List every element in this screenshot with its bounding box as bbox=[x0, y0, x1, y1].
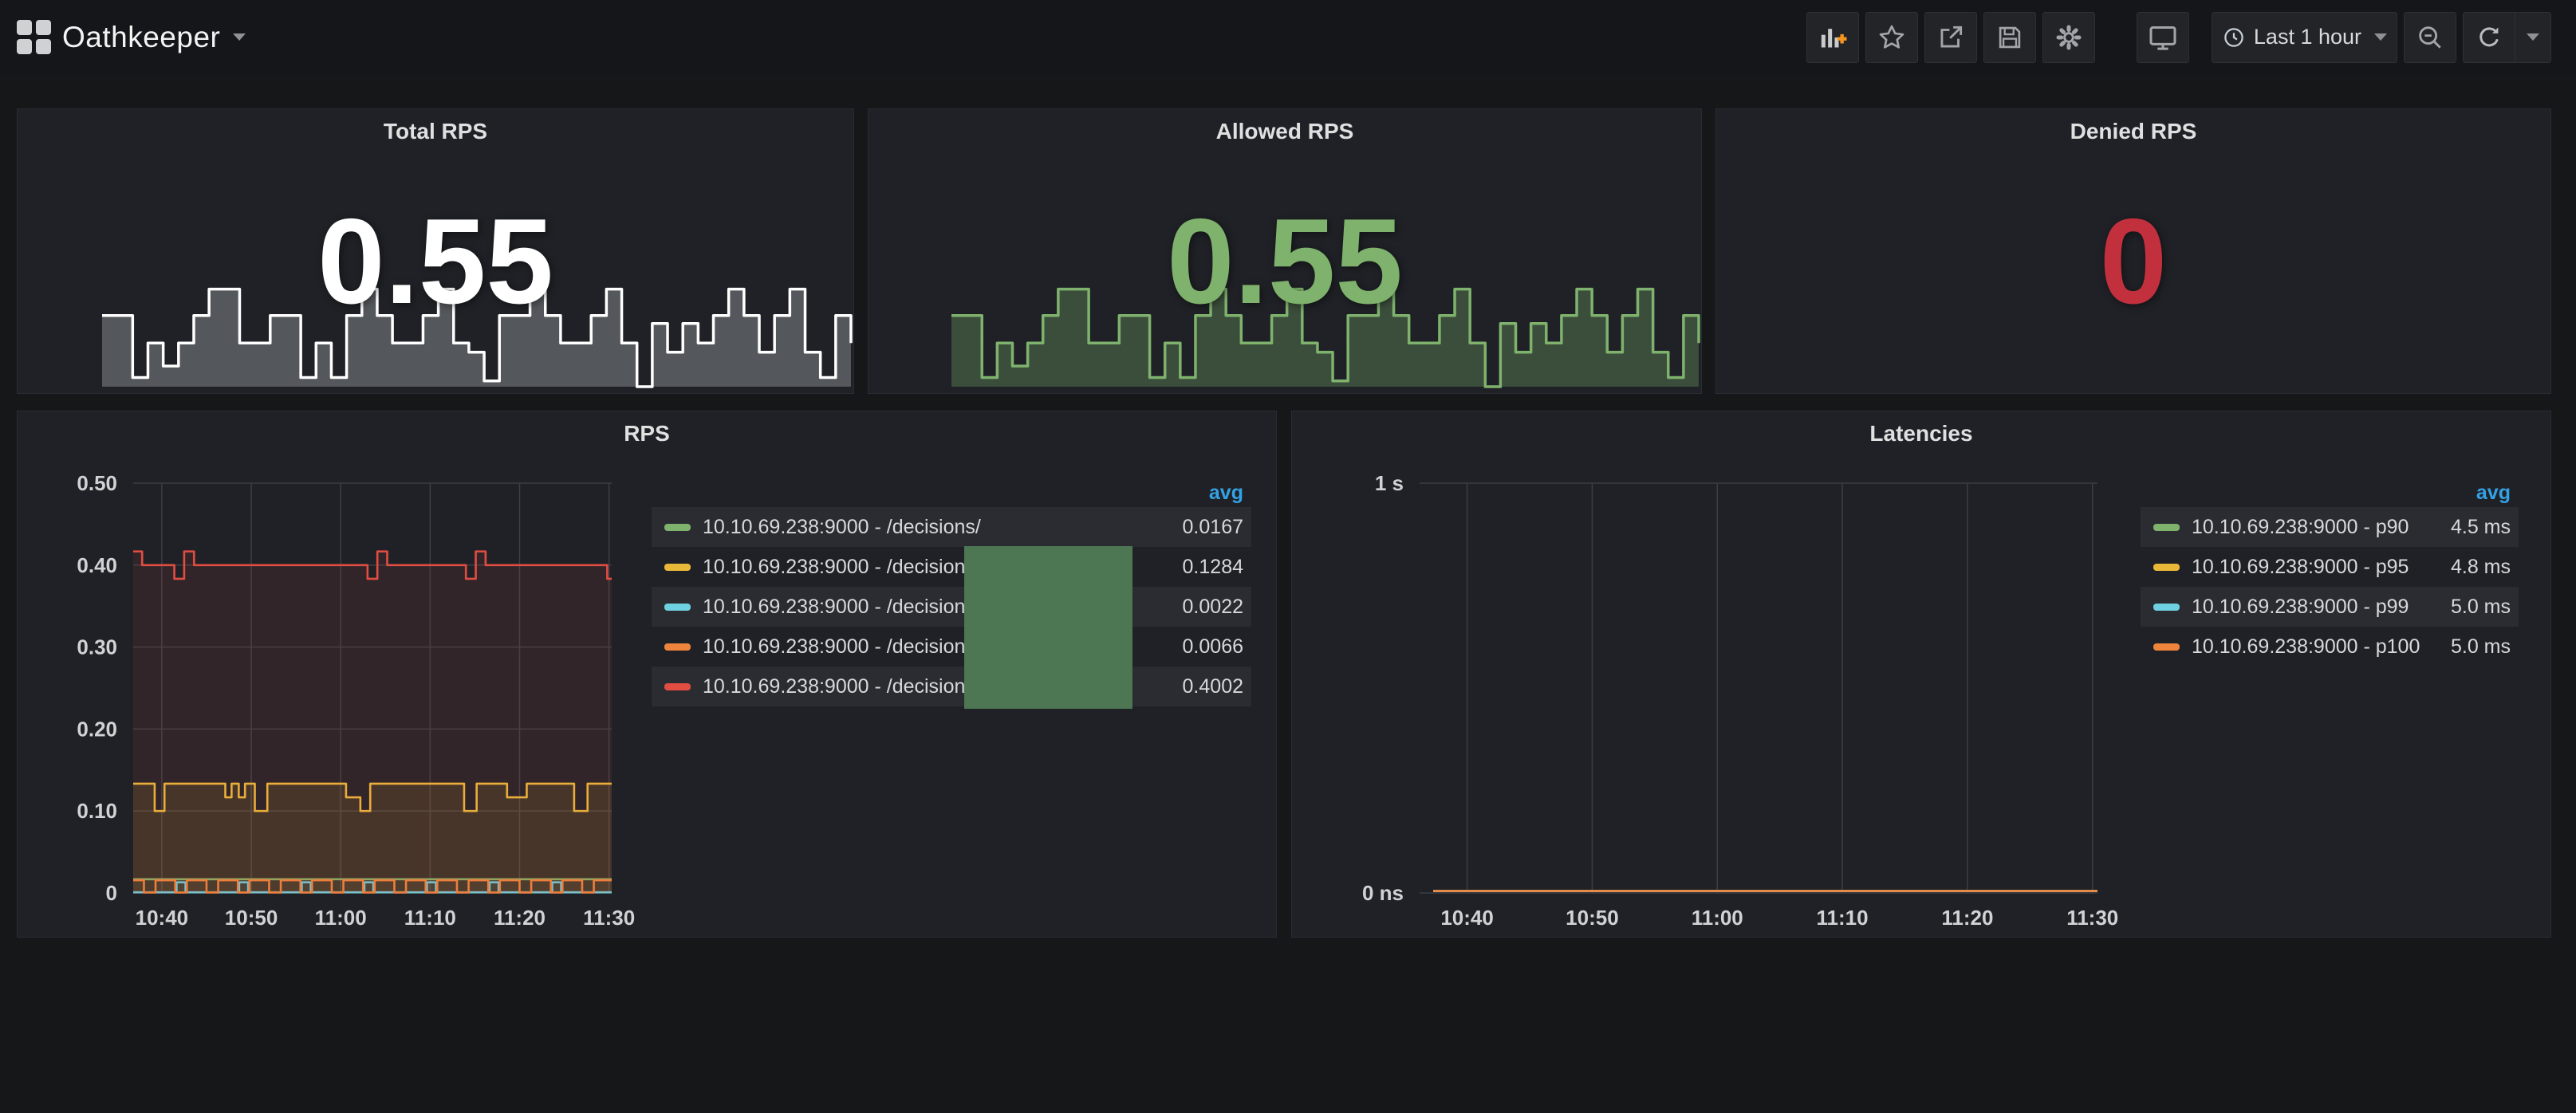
refresh-caret-icon bbox=[2527, 33, 2539, 41]
star-dashboard-button[interactable] bbox=[1865, 12, 1918, 63]
time-range-picker[interactable]: Last 1 hour bbox=[2212, 12, 2397, 63]
legend-series-swatch[interactable] bbox=[664, 564, 691, 571]
panel-title-allowed-rps[interactable]: Allowed RPS bbox=[869, 119, 1701, 144]
refresh-interval-dropdown[interactable] bbox=[2515, 13, 2550, 62]
legend-series-swatch[interactable] bbox=[664, 683, 691, 690]
svg-text:0.20: 0.20 bbox=[77, 717, 117, 741]
legend-series-swatch[interactable] bbox=[2153, 524, 2180, 531]
zoom-out-time-button[interactable] bbox=[2404, 12, 2456, 63]
svg-text:11:10: 11:10 bbox=[1817, 906, 1869, 930]
legend-series-value: 0.0066 bbox=[1183, 635, 1243, 659]
svg-text:10:50: 10:50 bbox=[225, 906, 278, 930]
legend-avg-header[interactable]: avg bbox=[2141, 482, 2519, 507]
legend-series-value: 0.1284 bbox=[1183, 556, 1243, 579]
legend-avg-header[interactable]: avg bbox=[652, 482, 1251, 507]
gear-icon bbox=[2053, 22, 2085, 53]
svg-text:0.30: 0.30 bbox=[77, 635, 117, 659]
dashboard-title[interactable]: Oathkeeper bbox=[62, 21, 220, 54]
legend-series-value: 0.0022 bbox=[1183, 596, 1243, 619]
svg-text:0.40: 0.40 bbox=[77, 553, 117, 577]
panel-denied-rps: Denied RPS 0 bbox=[1715, 108, 2551, 394]
legend-series-value: 0.4002 bbox=[1183, 675, 1243, 698]
legend-row[interactable]: 10.10.69.238:9000 - /decisions/0.0022 bbox=[652, 587, 1251, 627]
svg-text:0 ns: 0 ns bbox=[1362, 881, 1404, 905]
dashboard-title-caret-icon[interactable] bbox=[233, 33, 246, 41]
legend-series-swatch[interactable] bbox=[2153, 564, 2180, 571]
svg-text:11:10: 11:10 bbox=[404, 906, 456, 930]
latencies-legend: avg 10.10.69.238:9000 - p904.5 ms10.10.6… bbox=[2141, 482, 2519, 667]
legend-series-label[interactable]: 10.10.69.238:9000 - p100 bbox=[2192, 635, 2451, 659]
save-icon bbox=[1995, 22, 2025, 53]
panel-allowed-rps: Allowed RPS 0.55 bbox=[868, 108, 1702, 394]
panel-rps-graph: RPS 0 0.10 0.20 0.30 0.40 0.50 10:40 10:50 11:00… bbox=[17, 411, 1277, 938]
legend-row[interactable]: 10.10.69.238:9000 - p1005.0 ms bbox=[2141, 627, 2519, 667]
green-overlay-rect bbox=[964, 546, 1132, 709]
legend-series-swatch[interactable] bbox=[2153, 643, 2180, 651]
legend-series-swatch[interactable] bbox=[664, 604, 691, 611]
denied-rps-value: 0 bbox=[1716, 199, 2550, 326]
zoom-out-icon bbox=[2415, 22, 2445, 53]
dashboard-grid-logo-icon[interactable] bbox=[17, 20, 52, 55]
legend-series-swatch[interactable] bbox=[664, 524, 691, 531]
dashboard-settings-button[interactable] bbox=[2042, 12, 2095, 63]
rps-legend: avg 10.10.69.238:9000 - /decisions/0.016… bbox=[652, 482, 1251, 706]
legend-series-value: 4.8 ms bbox=[2451, 556, 2511, 579]
legend-row[interactable]: 10.10.69.238:9000 - /decisions/0.4002 bbox=[652, 667, 1251, 706]
panel-title-denied-rps[interactable]: Denied RPS bbox=[1716, 119, 2550, 144]
refresh-icon bbox=[2475, 23, 2503, 52]
legend-series-value: 0.0167 bbox=[1183, 516, 1243, 539]
panel-total-rps: Total RPS 0.55 bbox=[17, 108, 854, 394]
legend-series-swatch[interactable] bbox=[664, 643, 691, 651]
panel-title-total-rps[interactable]: Total RPS bbox=[18, 119, 853, 144]
svg-text:11:00: 11:00 bbox=[315, 906, 367, 930]
legend-row[interactable]: 10.10.69.238:9000 - /decisions/0.0066 bbox=[652, 627, 1251, 667]
time-range-caret-icon bbox=[2374, 33, 2387, 41]
svg-text:11:20: 11:20 bbox=[494, 906, 546, 930]
svg-text:11:00: 11:00 bbox=[1692, 906, 1743, 930]
legend-series-value: 4.5 ms bbox=[2451, 516, 2511, 539]
legend-row[interactable]: 10.10.69.238:9000 - p904.5 ms bbox=[2141, 507, 2519, 547]
svg-text:11:30: 11:30 bbox=[583, 906, 635, 930]
refresh-button-group bbox=[2463, 12, 2551, 63]
svg-text:10:40: 10:40 bbox=[1440, 906, 1494, 930]
save-dashboard-button[interactable] bbox=[1983, 12, 2036, 63]
time-range-label: Last 1 hour bbox=[2254, 25, 2361, 49]
navbar: Oathkeeper bbox=[0, 0, 2576, 74]
legend-series-swatch[interactable] bbox=[2153, 604, 2180, 611]
legend-series-label[interactable]: 10.10.69.238:9000 - p95 bbox=[2192, 556, 2451, 579]
legend-series-label[interactable]: 10.10.69.238:9000 - p90 bbox=[2192, 516, 2451, 539]
legend-row[interactable]: 10.10.69.238:9000 - /decisions/0.1284 bbox=[652, 547, 1251, 587]
legend-row[interactable]: 10.10.69.238:9000 - p995.0 ms bbox=[2141, 587, 2519, 627]
add-panel-button[interactable] bbox=[1806, 12, 1859, 63]
svg-text:0.50: 0.50 bbox=[77, 471, 117, 495]
svg-text:0.10: 0.10 bbox=[77, 799, 117, 823]
share-dashboard-button[interactable] bbox=[1924, 12, 1977, 63]
panel-title-rps[interactable]: RPS bbox=[18, 421, 1276, 446]
legend-series-value: 5.0 ms bbox=[2451, 635, 2511, 659]
svg-text:10:50: 10:50 bbox=[1566, 906, 1619, 930]
share-icon bbox=[1936, 22, 1966, 53]
legend-row[interactable]: 10.10.69.238:9000 - /decisions/0.0167 bbox=[652, 507, 1251, 547]
star-icon bbox=[1877, 22, 1907, 53]
allowed-rps-value: 0.55 bbox=[869, 199, 1701, 326]
legend-series-value: 5.0 ms bbox=[2451, 596, 2511, 619]
svg-text:1 s: 1 s bbox=[1375, 471, 1404, 495]
svg-text:10:40: 10:40 bbox=[136, 906, 189, 930]
cycle-view-mode-button[interactable] bbox=[2137, 12, 2189, 63]
total-rps-value: 0.55 bbox=[18, 199, 853, 326]
monitor-icon bbox=[2147, 22, 2179, 53]
svg-text:11:20: 11:20 bbox=[1941, 906, 1993, 930]
refresh-dashboard-button[interactable] bbox=[2464, 13, 2515, 62]
svg-text:0: 0 bbox=[106, 881, 117, 905]
panel-latencies-graph: Latencies 0 ns 1 s 10:40 10:50 11:00 11:10 11:… bbox=[1291, 411, 2551, 938]
legend-series-label[interactable]: 10.10.69.238:9000 - /decisions/ bbox=[703, 516, 1183, 539]
add-panel-icon bbox=[1817, 22, 1849, 53]
panel-title-latencies[interactable]: Latencies bbox=[1292, 421, 2550, 446]
svg-text:11:30: 11:30 bbox=[2066, 906, 2118, 930]
legend-row[interactable]: 10.10.69.238:9000 - p954.8 ms bbox=[2141, 547, 2519, 587]
clock-icon bbox=[2222, 26, 2246, 49]
legend-series-label[interactable]: 10.10.69.238:9000 - p99 bbox=[2192, 596, 2451, 619]
